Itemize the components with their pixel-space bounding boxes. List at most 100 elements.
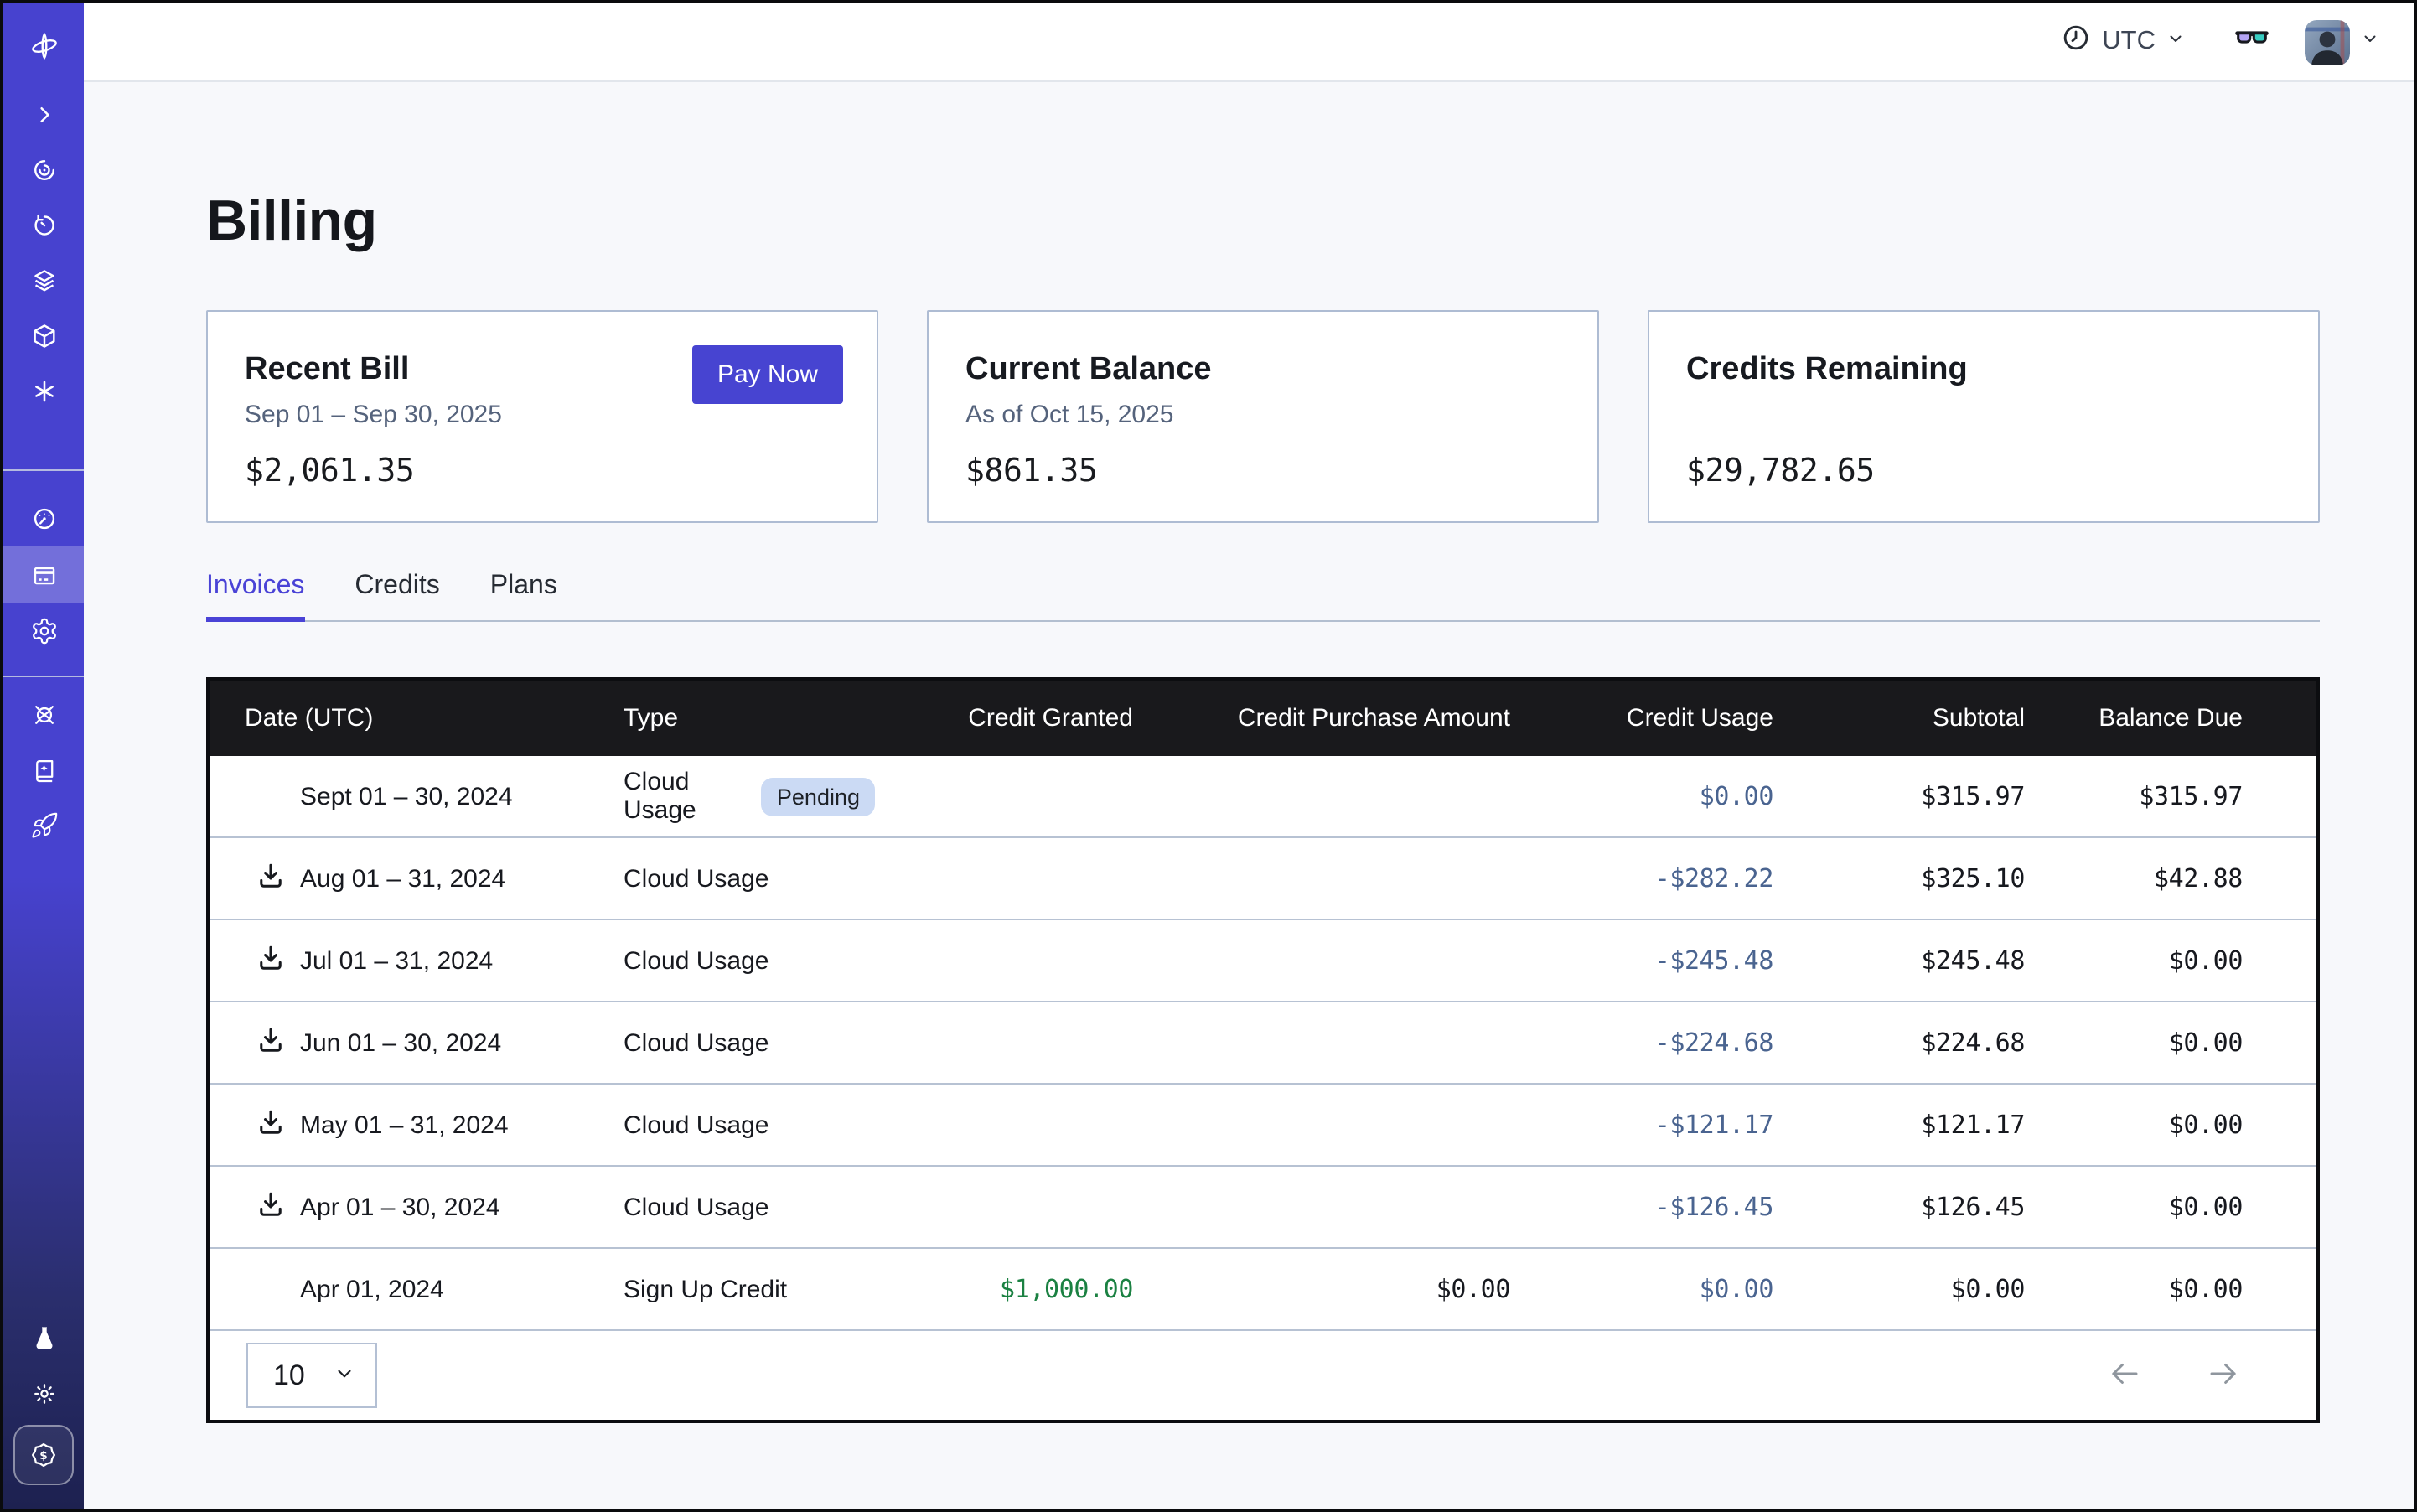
status-badge: Pending — [762, 777, 875, 816]
download-invoice-button[interactable] — [256, 1108, 285, 1142]
balance-due-value: $315.97 — [2139, 781, 2243, 811]
timezone-label: UTC — [2102, 27, 2156, 57]
sidebar-divider — [3, 469, 84, 471]
book-sparkle-icon — [29, 756, 58, 784]
invoice-date: Apr 01 – 30, 2024 — [300, 1193, 500, 1221]
flask-icon — [29, 1324, 58, 1353]
sidebar-item-cube[interactable] — [3, 308, 84, 364]
account-menu[interactable] — [2305, 19, 2380, 65]
col-credit-usage: Credit Usage — [1510, 704, 1773, 733]
gear-icon — [29, 617, 58, 645]
sidebar-item-theme[interactable] — [3, 1366, 84, 1421]
page-size-select[interactable]: 10 — [246, 1343, 377, 1408]
subtotal-value: $245.48 — [1921, 945, 2025, 976]
card-subtitle: As of Oct 15, 2025 — [965, 401, 1560, 431]
credit-usage-value: -$224.68 — [1655, 1028, 1773, 1058]
invoice-type: Cloud Usage — [624, 946, 769, 975]
download-icon — [256, 1026, 285, 1059]
invoice-type: Cloud Usage — [624, 1111, 769, 1139]
invoice-type: Cloud Usage — [624, 864, 769, 893]
chevron-down-icon — [2166, 27, 2186, 57]
col-credit-granted: Credit Granted — [875, 704, 1133, 733]
vision-mode-button[interactable] — [2233, 20, 2271, 64]
table-row: May 01 – 31, 2024Cloud Usage-$121.17$121… — [210, 1083, 2316, 1165]
download-invoice-button[interactable] — [256, 1026, 285, 1059]
topbar: UTC — [84, 3, 2414, 82]
table-row: Jul 01 – 31, 2024Cloud Usage-$245.48$245… — [210, 919, 2316, 1001]
balance-due-value: $0.00 — [2169, 1028, 2243, 1058]
sidebar-item-layers[interactable] — [3, 253, 84, 308]
logo-orbit-icon — [28, 29, 60, 61]
download-icon — [256, 944, 285, 977]
table-body: Sept 01 – 30, 2024 Cloud Usage Pending $0.0… — [210, 756, 2316, 1329]
credits-button[interactable]: $ — [13, 1425, 74, 1485]
pagination: 10 — [210, 1329, 2316, 1420]
subtotal-value: $0.00 — [1951, 1274, 2025, 1304]
sidebar-item-usage[interactable] — [3, 491, 84, 546]
subtotal-value: $121.17 — [1921, 1110, 2025, 1140]
tab-plans[interactable]: Plans — [490, 572, 557, 622]
app-logo[interactable] — [3, 3, 84, 87]
table-row: Aug 01 – 31, 2024Cloud Usage-$282.22$325… — [210, 836, 2316, 919]
tab-credits[interactable]: Credits — [355, 572, 439, 622]
sidebar-item-docs[interactable] — [3, 743, 84, 798]
invoice-date: Aug 01 – 31, 2024 — [300, 864, 505, 893]
sidebar-item-settings[interactable] — [3, 603, 84, 659]
next-page-button[interactable] — [2206, 1355, 2241, 1395]
balance-due-value: $0.00 — [2169, 1110, 2243, 1140]
avatar[interactable] — [2305, 19, 2350, 65]
download-invoice-button[interactable] — [256, 862, 285, 895]
chevron-down-icon — [2360, 27, 2380, 57]
invoice-date: Sept 01 – 30, 2024 — [300, 782, 513, 810]
cube-icon — [29, 322, 58, 350]
download-icon — [256, 862, 285, 895]
credit-usage-value: -$121.17 — [1655, 1110, 1773, 1140]
sidebar-item-observe[interactable] — [3, 142, 84, 198]
sidebar-collapse-button[interactable] — [3, 87, 84, 142]
download-spacer — [256, 1275, 285, 1303]
card-title: Current Balance — [965, 352, 1560, 389]
main-area: UTC Billing Pay Now Recent Bill Sep 01 –… — [84, 3, 2414, 1509]
sidebar-item-functions[interactable] — [3, 364, 84, 419]
current-balance-card: Current Balance As of Oct 15, 2025 $861.… — [927, 310, 1599, 523]
download-spacer — [256, 782, 285, 810]
sidebar-item-launch[interactable] — [3, 798, 84, 853]
timezone-selector[interactable]: UTC — [2060, 22, 2186, 62]
col-date: Date (UTC) — [210, 704, 624, 733]
chevron-right-icon — [31, 102, 56, 127]
invoice-type: Sign Up Credit — [624, 1275, 787, 1303]
card-amount: $2,061.35 — [245, 453, 840, 489]
download-invoice-button[interactable] — [256, 944, 285, 977]
prev-page-button[interactable] — [2107, 1355, 2142, 1395]
card-subtitle: Sep 01 – Sep 30, 2025 — [245, 401, 840, 431]
tab-invoices[interactable]: Invoices — [206, 572, 304, 622]
sidebar-item-helm[interactable] — [3, 687, 84, 743]
col-credit-purchase: Credit Purchase Amount — [1133, 704, 1510, 733]
sidebar-item-labs[interactable] — [3, 1311, 84, 1366]
pay-now-button[interactable]: Pay Now — [692, 345, 843, 404]
summary-cards: Pay Now Recent Bill Sep 01 – Sep 30, 202… — [206, 310, 2320, 523]
invoice-date: Jun 01 – 30, 2024 — [300, 1028, 501, 1057]
sidebar: $ — [3, 3, 84, 1509]
invoice-type: Cloud Usage — [624, 1028, 769, 1057]
card-amount: $29,782.65 — [1686, 453, 2281, 489]
helm-icon — [29, 701, 58, 729]
asterisk-icon — [29, 377, 58, 406]
invoice-date: Jul 01 – 31, 2024 — [300, 946, 493, 975]
arrow-right-icon — [2206, 1355, 2241, 1395]
history-clock-icon — [29, 211, 58, 240]
gauge-icon — [29, 505, 58, 533]
col-type: Type — [624, 704, 875, 733]
download-icon — [256, 1190, 285, 1224]
card-title: Credits Remaining — [1686, 352, 2281, 389]
chevron-down-icon — [334, 1359, 355, 1392]
sidebar-item-billing[interactable] — [3, 546, 84, 603]
layers-icon — [29, 267, 58, 295]
balance-due-value: $0.00 — [2169, 1274, 2243, 1304]
sidebar-item-history[interactable] — [3, 198, 84, 253]
card-subtitle — [1686, 401, 2281, 431]
sidebar-divider — [3, 676, 84, 677]
download-invoice-button[interactable] — [256, 1190, 285, 1224]
credit-usage-value: $0.00 — [1700, 1274, 1773, 1304]
table-row: Apr 01 – 30, 2024Cloud Usage-$126.45$126… — [210, 1165, 2316, 1247]
